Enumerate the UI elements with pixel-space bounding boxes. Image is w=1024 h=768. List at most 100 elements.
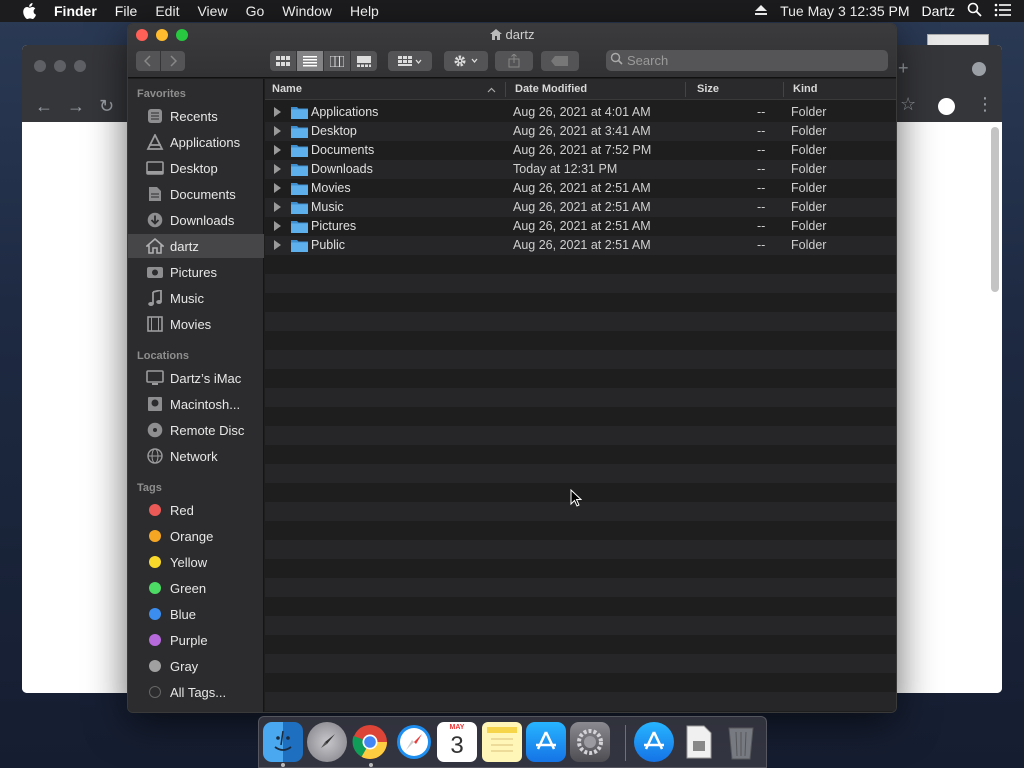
disclosure-triangle-icon[interactable] [274,240,281,250]
gallery-view-button[interactable] [351,51,377,71]
empty-row [265,426,896,445]
disclosure-triangle-icon[interactable] [274,221,281,231]
favorites-header: Favorites [137,88,186,100]
search-input[interactable] [627,53,867,68]
menu-bar: Finder File Edit View Go Window Help Tue… [0,0,1024,22]
sidebar-item-recents[interactable]: Recents [128,104,264,128]
safari-icon[interactable] [394,722,434,762]
documents-stack-icon[interactable] [679,722,719,762]
menu-edit[interactable]: Edit [146,3,188,19]
bookmark-star-icon[interactable]: ☆ [900,94,916,115]
action-gear-dropdown[interactable] [444,51,488,71]
sidebar-item-movies[interactable]: Movies [128,312,264,336]
sidebar-item-label: Remote Disc [170,422,245,438]
sidebar-item-macintosh-hd[interactable]: Macintosh... [128,392,264,416]
table-row[interactable]: Movies Aug 26, 2021 at 2:51 AM -- Folder [265,179,896,198]
disclosure-triangle-icon[interactable] [274,183,281,193]
notification-center-icon[interactable] [994,3,1012,20]
sidebar-tag-gray[interactable]: Gray [128,654,264,678]
disclosure-triangle-icon[interactable] [274,107,281,117]
disclosure-triangle-icon[interactable] [274,202,281,212]
sidebar-item-documents[interactable]: Documents [128,182,264,206]
user-name[interactable]: Dartz [922,3,955,19]
sidebar-item-applications[interactable]: Applications [128,130,264,154]
sidebar-tag-yellow[interactable]: Yellow [128,550,264,574]
edit-tags-icon[interactable] [541,51,579,71]
search-field[interactable] [606,50,888,71]
column-header-kind[interactable]: Kind [793,83,817,95]
calendar-icon[interactable]: MAY 3 [437,722,477,762]
browser-close-button[interactable] [34,60,46,72]
table-row[interactable]: Documents Aug 26, 2021 at 7:52 PM -- Folder [265,141,896,160]
calendar-month: MAY [449,724,465,731]
file-name: Pictures [311,219,357,233]
menu-file[interactable]: File [106,3,147,19]
menu-go[interactable]: Go [237,3,274,19]
menu-window[interactable]: Window [273,3,341,19]
menu-view[interactable]: View [188,3,236,19]
search-icon [610,52,623,70]
tab-search-chevron-icon[interactable] [972,62,986,76]
trash-icon[interactable] [721,722,761,762]
disclosure-triangle-icon[interactable] [274,164,281,174]
column-header-name[interactable]: Name [272,83,302,95]
app-store-downloads-icon[interactable] [634,722,674,762]
sidebar-tag-purple[interactable]: Purple [128,628,264,652]
system-preferences-icon[interactable] [570,722,610,762]
disclosure-triangle-icon[interactable] [274,145,281,155]
table-row[interactable]: Public Aug 26, 2021 at 2:51 AM -- Folder [265,236,896,255]
sidebar-tag-orange[interactable]: Orange [128,524,264,548]
share-icon[interactable] [495,51,533,71]
reload-icon[interactable]: ↻ [99,96,114,117]
table-row[interactable]: Music Aug 26, 2021 at 2:51 AM -- Folder [265,198,896,217]
spotlight-search-icon[interactable] [967,2,982,20]
table-row[interactable]: Desktop Aug 26, 2021 at 3:41 AM -- Folder [265,122,896,141]
empty-row [265,597,896,616]
table-row[interactable]: Applications Aug 26, 2021 at 4:01 AM -- Fol… [265,103,896,122]
sidebar-item-music[interactable]: Music [128,286,264,310]
disclosure-triangle-icon[interactable] [274,126,281,136]
browser-zoom-button[interactable] [74,60,86,72]
launchpad-icon[interactable] [307,722,347,762]
finder-icon[interactable] [263,722,303,762]
sidebar-item-dartz[interactable]: dartz [128,234,264,258]
back-arrow-icon[interactable]: ← [35,96,53,117]
back-button[interactable] [136,51,160,71]
app-store-icon[interactable] [526,722,566,762]
table-row[interactable]: Pictures Aug 26, 2021 at 2:51 AM -- Folder [265,217,896,236]
browser-minimize-button[interactable] [54,60,66,72]
sidebar-item-pictures[interactable]: Pictures [128,260,264,284]
icon-view-button[interactable] [270,51,296,71]
list-view-button[interactable] [297,51,323,71]
apple-menu-icon[interactable] [20,2,38,20]
sidebar-tag-blue[interactable]: Blue [128,602,264,626]
sidebar-item-network[interactable]: Network [128,444,264,468]
forward-button[interactable] [161,51,185,71]
sidebar-item-desktop[interactable]: Desktop [128,156,264,180]
chrome-icon[interactable] [350,722,390,762]
file-kind: Folder [791,238,827,252]
browser-scrollbar[interactable] [991,127,999,292]
eject-icon[interactable] [754,3,768,19]
sidebar-item-remote-disc[interactable]: Remote Disc [128,418,264,442]
profile-avatar-icon[interactable] [938,98,955,115]
menu-app-name[interactable]: Finder [54,3,106,19]
clock[interactable]: Tue May 3 12:35 PM [780,3,909,19]
sidebar-all-tags[interactable]: All Tags... [128,680,264,704]
menu-help[interactable]: Help [341,3,388,19]
sidebar-item-downloads[interactable]: Downloads [128,208,264,232]
tag-color-dot [149,608,161,620]
sort-chevron-up-icon[interactable] [487,84,496,96]
group-by-dropdown[interactable] [388,51,432,71]
sidebar-tag-red[interactable]: Red [128,498,264,522]
browser-menu-kebab-icon[interactable]: ⋮ [976,94,994,115]
sidebar-item-imac[interactable]: Dartz’s iMac [128,366,264,390]
column-view-button[interactable] [324,51,350,71]
new-tab-plus-icon[interactable]: + [898,58,909,79]
table-row[interactable]: Downloads Today at 12:31 PM -- Folder [265,160,896,179]
notes-icon[interactable] [482,722,522,762]
sidebar-tag-green[interactable]: Green [128,576,264,600]
column-header-size[interactable]: Size [697,83,719,95]
forward-arrow-icon[interactable]: → [67,96,85,117]
column-header-date[interactable]: Date Modified [515,83,587,95]
